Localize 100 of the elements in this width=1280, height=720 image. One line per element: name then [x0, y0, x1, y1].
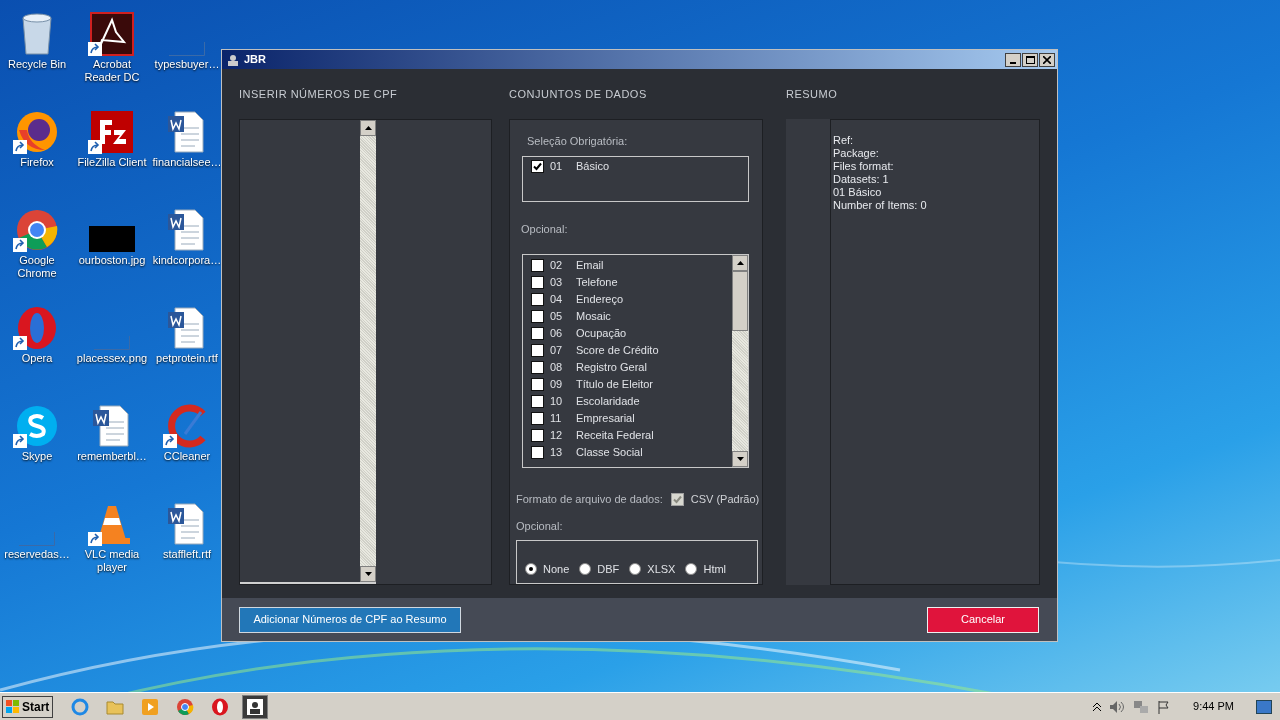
- dataset-item[interactable]: 01 Básico: [531, 159, 740, 174]
- desktop-icon-label: placessex.png: [76, 352, 148, 365]
- checkbox[interactable]: [531, 344, 544, 357]
- dataset-item[interactable]: 03 Telefone: [531, 274, 732, 291]
- minimize-button[interactable]: [1005, 52, 1021, 67]
- desktop-icon[interactable]: CCleaner: [150, 396, 224, 488]
- up-arrow-icon: [736, 261, 744, 265]
- format-radio[interactable]: None: [525, 560, 570, 577]
- desktop-icon[interactable]: Opera: [0, 298, 74, 390]
- scroll-up-button[interactable]: [732, 255, 748, 271]
- desktop-icon-label: Acrobat Reader DC: [83, 58, 141, 84]
- dataset-item[interactable]: 09 Título de Eleitor: [531, 376, 732, 393]
- checkbox[interactable]: [531, 395, 544, 408]
- dataset-item[interactable]: 12 Receita Federal: [531, 427, 732, 444]
- format-radio[interactable]: XLSX: [629, 560, 676, 577]
- desktop-icon[interactable]: Skype: [0, 396, 74, 488]
- desktop-icon[interactable]: FileZilla Client: [74, 102, 150, 194]
- desktop-icon[interactable]: staffleft.rtf: [150, 494, 224, 586]
- browser-icon: [15, 110, 59, 154]
- section-heading: RESUMO: [786, 87, 839, 102]
- blank-file-icon: [94, 336, 130, 350]
- desktop-icon[interactable]: reservedas…: [0, 494, 74, 586]
- recycle-bin-icon: [19, 12, 55, 56]
- desktop-icon[interactable]: kindcorpora…: [150, 200, 224, 292]
- radio-label: XLSX: [647, 561, 676, 577]
- dataset-item[interactable]: 11 Empresarial: [531, 410, 732, 427]
- radio-button[interactable]: [579, 562, 592, 575]
- scroll-thumb[interactable]: [732, 271, 748, 331]
- dataset-code: 04: [550, 292, 564, 308]
- desktop-icon[interactable]: rememberbl…: [74, 396, 150, 488]
- field-label: Opcional:: [516, 518, 564, 534]
- radio-button[interactable]: [629, 562, 642, 575]
- summary-line: Datasets: 1: [833, 173, 890, 186]
- scrollbar[interactable]: [360, 120, 376, 582]
- dataset-name: Endereço: [576, 292, 624, 308]
- summary-line: Package:: [833, 147, 880, 160]
- desktop-icon[interactable]: Firefox: [0, 102, 74, 194]
- speaker-icon[interactable]: [1109, 699, 1126, 714]
- dataset-item[interactable]: 13 Classe Social: [531, 444, 732, 461]
- close-button[interactable]: [1039, 52, 1055, 67]
- desktop-icon-label: Firefox: [19, 156, 55, 169]
- desktop-icon[interactable]: ourboston.jpg: [74, 200, 150, 292]
- checkbox[interactable]: [531, 378, 544, 391]
- maximize-button[interactable]: [1022, 52, 1038, 67]
- checkbox[interactable]: [531, 446, 544, 459]
- desktop-icon[interactable]: financialsee…: [150, 102, 224, 194]
- checkbox[interactable]: [531, 259, 544, 272]
- radio-button[interactable]: [525, 562, 537, 575]
- radio-button[interactable]: [685, 562, 698, 575]
- desktop-icon[interactable]: typesbuyer…: [150, 4, 224, 96]
- cancel-button[interactable]: Cancelar: [927, 606, 1039, 633]
- app-icon[interactable]: [247, 698, 264, 715]
- dataset-code: 01: [550, 159, 564, 175]
- dataset-name: Telefone: [576, 275, 618, 291]
- desktop-icon[interactable]: placessex.png: [74, 298, 150, 390]
- desktop-icon[interactable]: Acrobat Reader DC: [74, 4, 150, 96]
- scrollbar[interactable]: [732, 255, 748, 467]
- checkbox[interactable]: [531, 310, 544, 323]
- add-cpf-button[interactable]: Adicionar Números de CPF ao Resumo: [239, 606, 461, 633]
- format-radio[interactable]: Html: [685, 560, 727, 577]
- desktop-icon-label: financialsee…: [151, 156, 223, 169]
- desktop-icon[interactable]: Recycle Bin: [0, 4, 74, 96]
- dataset-item[interactable]: 05 Mosaic: [531, 308, 732, 325]
- checkbox[interactable]: [531, 276, 544, 289]
- maximize-icon: [1025, 55, 1035, 64]
- desktop-icon-label: staffleft.rtf: [161, 548, 213, 561]
- start-button[interactable]: Start: [2, 695, 54, 718]
- scroll-down-button[interactable]: [360, 566, 376, 582]
- checkbox[interactable]: [531, 293, 544, 306]
- taskbar-button[interactable]: [242, 694, 269, 719]
- checkbox[interactable]: [531, 160, 544, 173]
- dataset-code: 13: [550, 445, 564, 461]
- dataset-code: 08: [550, 360, 564, 376]
- dataset-item[interactable]: 06 Ocupação: [531, 325, 732, 342]
- format-radio[interactable]: DBF: [579, 560, 620, 577]
- desktop-icon[interactable]: Google Chrome: [0, 200, 74, 292]
- dataset-item[interactable]: 04 Endereço: [531, 291, 732, 308]
- checkbox[interactable]: [531, 429, 544, 442]
- scroll-down-button[interactable]: [732, 451, 748, 467]
- chat-app-icon: [15, 404, 59, 448]
- ftp-app-icon: [90, 110, 134, 154]
- checkbox[interactable]: [531, 412, 544, 425]
- dataset-item[interactable]: 02 Email: [531, 257, 732, 274]
- checkbox[interactable]: [531, 361, 544, 374]
- desktop-icon[interactable]: petprotein.rtf: [150, 298, 224, 390]
- close-icon: [1043, 55, 1051, 64]
- flag-icon[interactable]: [1157, 699, 1172, 714]
- dataset-item[interactable]: 07 Score de Crédito: [531, 342, 732, 359]
- checkbox[interactable]: [531, 327, 544, 340]
- cpf-input-field[interactable]: [240, 120, 376, 584]
- desktop-icon-label: ourboston.jpg: [77, 254, 147, 267]
- dataset-item[interactable]: 08 Registro Geral: [531, 359, 732, 376]
- desktop-icon-label: Skype: [20, 450, 54, 463]
- dataset-code: 03: [550, 275, 564, 291]
- clock[interactable]: 9:44 PM: [1193, 698, 1234, 715]
- desktop-icon[interactable]: VLC media player: [74, 494, 150, 586]
- tray-expand-icon[interactable]: [1093, 701, 1102, 712]
- scroll-up-button[interactable]: [360, 120, 376, 136]
- dataset-item[interactable]: 10 Escolaridade: [531, 393, 732, 410]
- show-desktop-button[interactable]: [1256, 699, 1272, 714]
